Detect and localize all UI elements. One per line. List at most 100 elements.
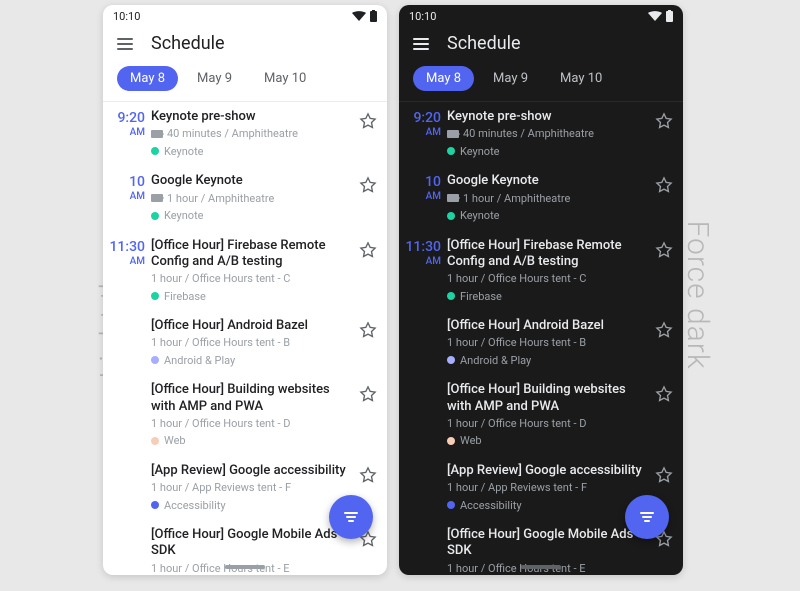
event-title: [Office Hour] Building websites with AMP… [447,382,673,415]
event-time-col [103,527,151,572]
page-title: Schedule [447,33,521,54]
event-time-col [103,318,151,368]
event-time-period: AM [103,191,145,202]
date-chip-0[interactable]: May 8 [117,66,178,91]
event-time-col [103,382,151,449]
star-icon[interactable] [359,466,377,488]
event-tag: Android & Play [447,354,531,367]
wifi-icon [648,11,662,21]
theme-label-dark: Force dark [680,220,715,369]
event-tag: Keynote [447,209,500,222]
tag-dot-icon [151,356,159,364]
event-title: [App Review] Google accessibility [447,463,673,479]
event-time-col: 9:20AM [103,109,151,159]
event-time-col: 11:30AM [103,238,151,305]
date-chip-2[interactable]: May 10 [251,66,319,91]
event-item[interactable]: [Office Hour] Android Bazel 1 hour / Offi… [399,311,683,375]
event-item[interactable]: 11:30 AM [Office Hour] Firebase Remote Con… [399,231,683,312]
event-time: 10 [103,175,145,189]
star-icon[interactable] [359,176,377,198]
event-title: [App Review] Google accessibility [151,463,377,479]
status-time: 10:10 [113,10,140,23]
tag-label: Keynote [164,209,204,222]
date-chip-2[interactable]: May 10 [547,66,615,91]
star-icon[interactable] [655,241,673,263]
star-icon[interactable] [359,241,377,263]
video-icon [447,194,459,202]
tag-dot-icon [151,501,159,509]
video-icon [151,194,163,202]
event-tag: Web [151,434,186,447]
gesture-bar[interactable] [225,565,265,569]
event-item[interactable]: [Office Hour] Android Bazel1 hour / Offi… [103,311,387,375]
date-chips: May 8May 9May 10 [399,60,683,102]
event-item[interactable]: 11:30AM[Office Hour] Firebase Remote Con… [103,231,387,312]
event-item[interactable]: 10AMGoogle Keynote1 hour / AmphitheatreK… [103,166,387,230]
star-icon[interactable] [655,321,673,343]
star-icon[interactable] [359,385,377,407]
event-item[interactable]: 10AMGoogle Keynote1 hour / AmphitheatreK… [399,166,683,230]
event-time-col: 9:20AM [399,109,447,159]
event-item[interactable]: [Office Hour] Building websites with AMP… [103,375,387,456]
event-tag: Android & Play [151,354,235,367]
event-title: Keynote pre-show [447,109,673,125]
tag-label: Keynote [460,145,500,158]
menu-icon[interactable] [413,38,429,50]
event-time: 10 [399,175,441,189]
phone-dark: 10:10ScheduleMay 8May 9May 109:20AMKeyno… [399,5,683,575]
event-item[interactable]: 9:20AMKeynote pre-show40 minutes / Amphi… [103,102,387,166]
event-time-period: AM [399,191,441,202]
filter-fab[interactable] [625,495,669,539]
filter-fab[interactable] [329,495,373,539]
tag-label: Accessibility [460,499,522,512]
event-time-col: 10 AM [103,173,151,223]
event-title: Google Keynote [151,173,377,189]
menu-icon[interactable] [117,38,133,50]
event-time-period: AM [399,256,441,267]
tag-dot-icon [151,147,159,155]
gesture-bar[interactable] [521,565,561,569]
date-chip-1[interactable]: May 9 [480,66,541,91]
star-icon[interactable] [655,466,673,488]
page-title: Schedule [151,33,225,54]
event-tag: Keynote [447,145,500,158]
date-chip-1[interactable]: May 9 [184,66,245,91]
event-time: 11:30 [103,240,145,254]
event-tag: Accessibility [447,499,522,512]
star-icon[interactable] [655,176,673,198]
tag-label: Keynote [164,145,204,158]
tag-dot-icon [447,356,455,364]
event-subtitle: 1 hour / Office Hours tent - B [151,336,377,349]
star-icon[interactable] [359,112,377,134]
event-subtitle: 1 hour / Office Hours tent - C [151,272,377,285]
event-time: 9:20 [103,111,145,125]
wifi-icon [352,11,366,21]
tag-label: Firebase [164,290,206,303]
event-time: 11:30 [399,240,441,254]
event-item[interactable]: [Office Hour] Building websites with AMP… [399,375,683,456]
phone-light: 10:10ScheduleMay 8May 9May 109:20AMKeyno… [103,5,387,575]
star-icon[interactable] [655,385,673,407]
event-tag: Firebase [151,290,206,303]
event-tag: Accessibility [151,499,226,512]
event-title: [Office Hour] Android Bazel [447,318,673,334]
app-bar: Schedule [399,27,683,60]
event-time-col: 10 AM [399,173,447,223]
status-bar: 10:10 [103,5,387,27]
date-chip-0[interactable]: May 8 [413,66,474,91]
tag-label: Android & Play [460,354,531,367]
star-icon[interactable] [359,321,377,343]
event-tag: Keynote [151,145,204,158]
event-subtitle: 1 hour / Office Hours tent - B [447,336,673,349]
event-time-period: AM [399,127,441,138]
status-time: 10:10 [409,10,436,23]
tag-label: Keynote [460,209,500,222]
star-icon[interactable] [655,112,673,134]
video-icon [151,130,163,138]
event-tag: Web [447,434,482,447]
event-title: [Office Hour] Firebase Remote Config and… [447,238,673,271]
event-tag: Keynote [151,209,204,222]
event-time-col [399,463,447,513]
event-item[interactable]: 9:20AMKeynote pre-show40 minutes / Amphi… [399,102,683,166]
tag-dot-icon [151,212,159,220]
